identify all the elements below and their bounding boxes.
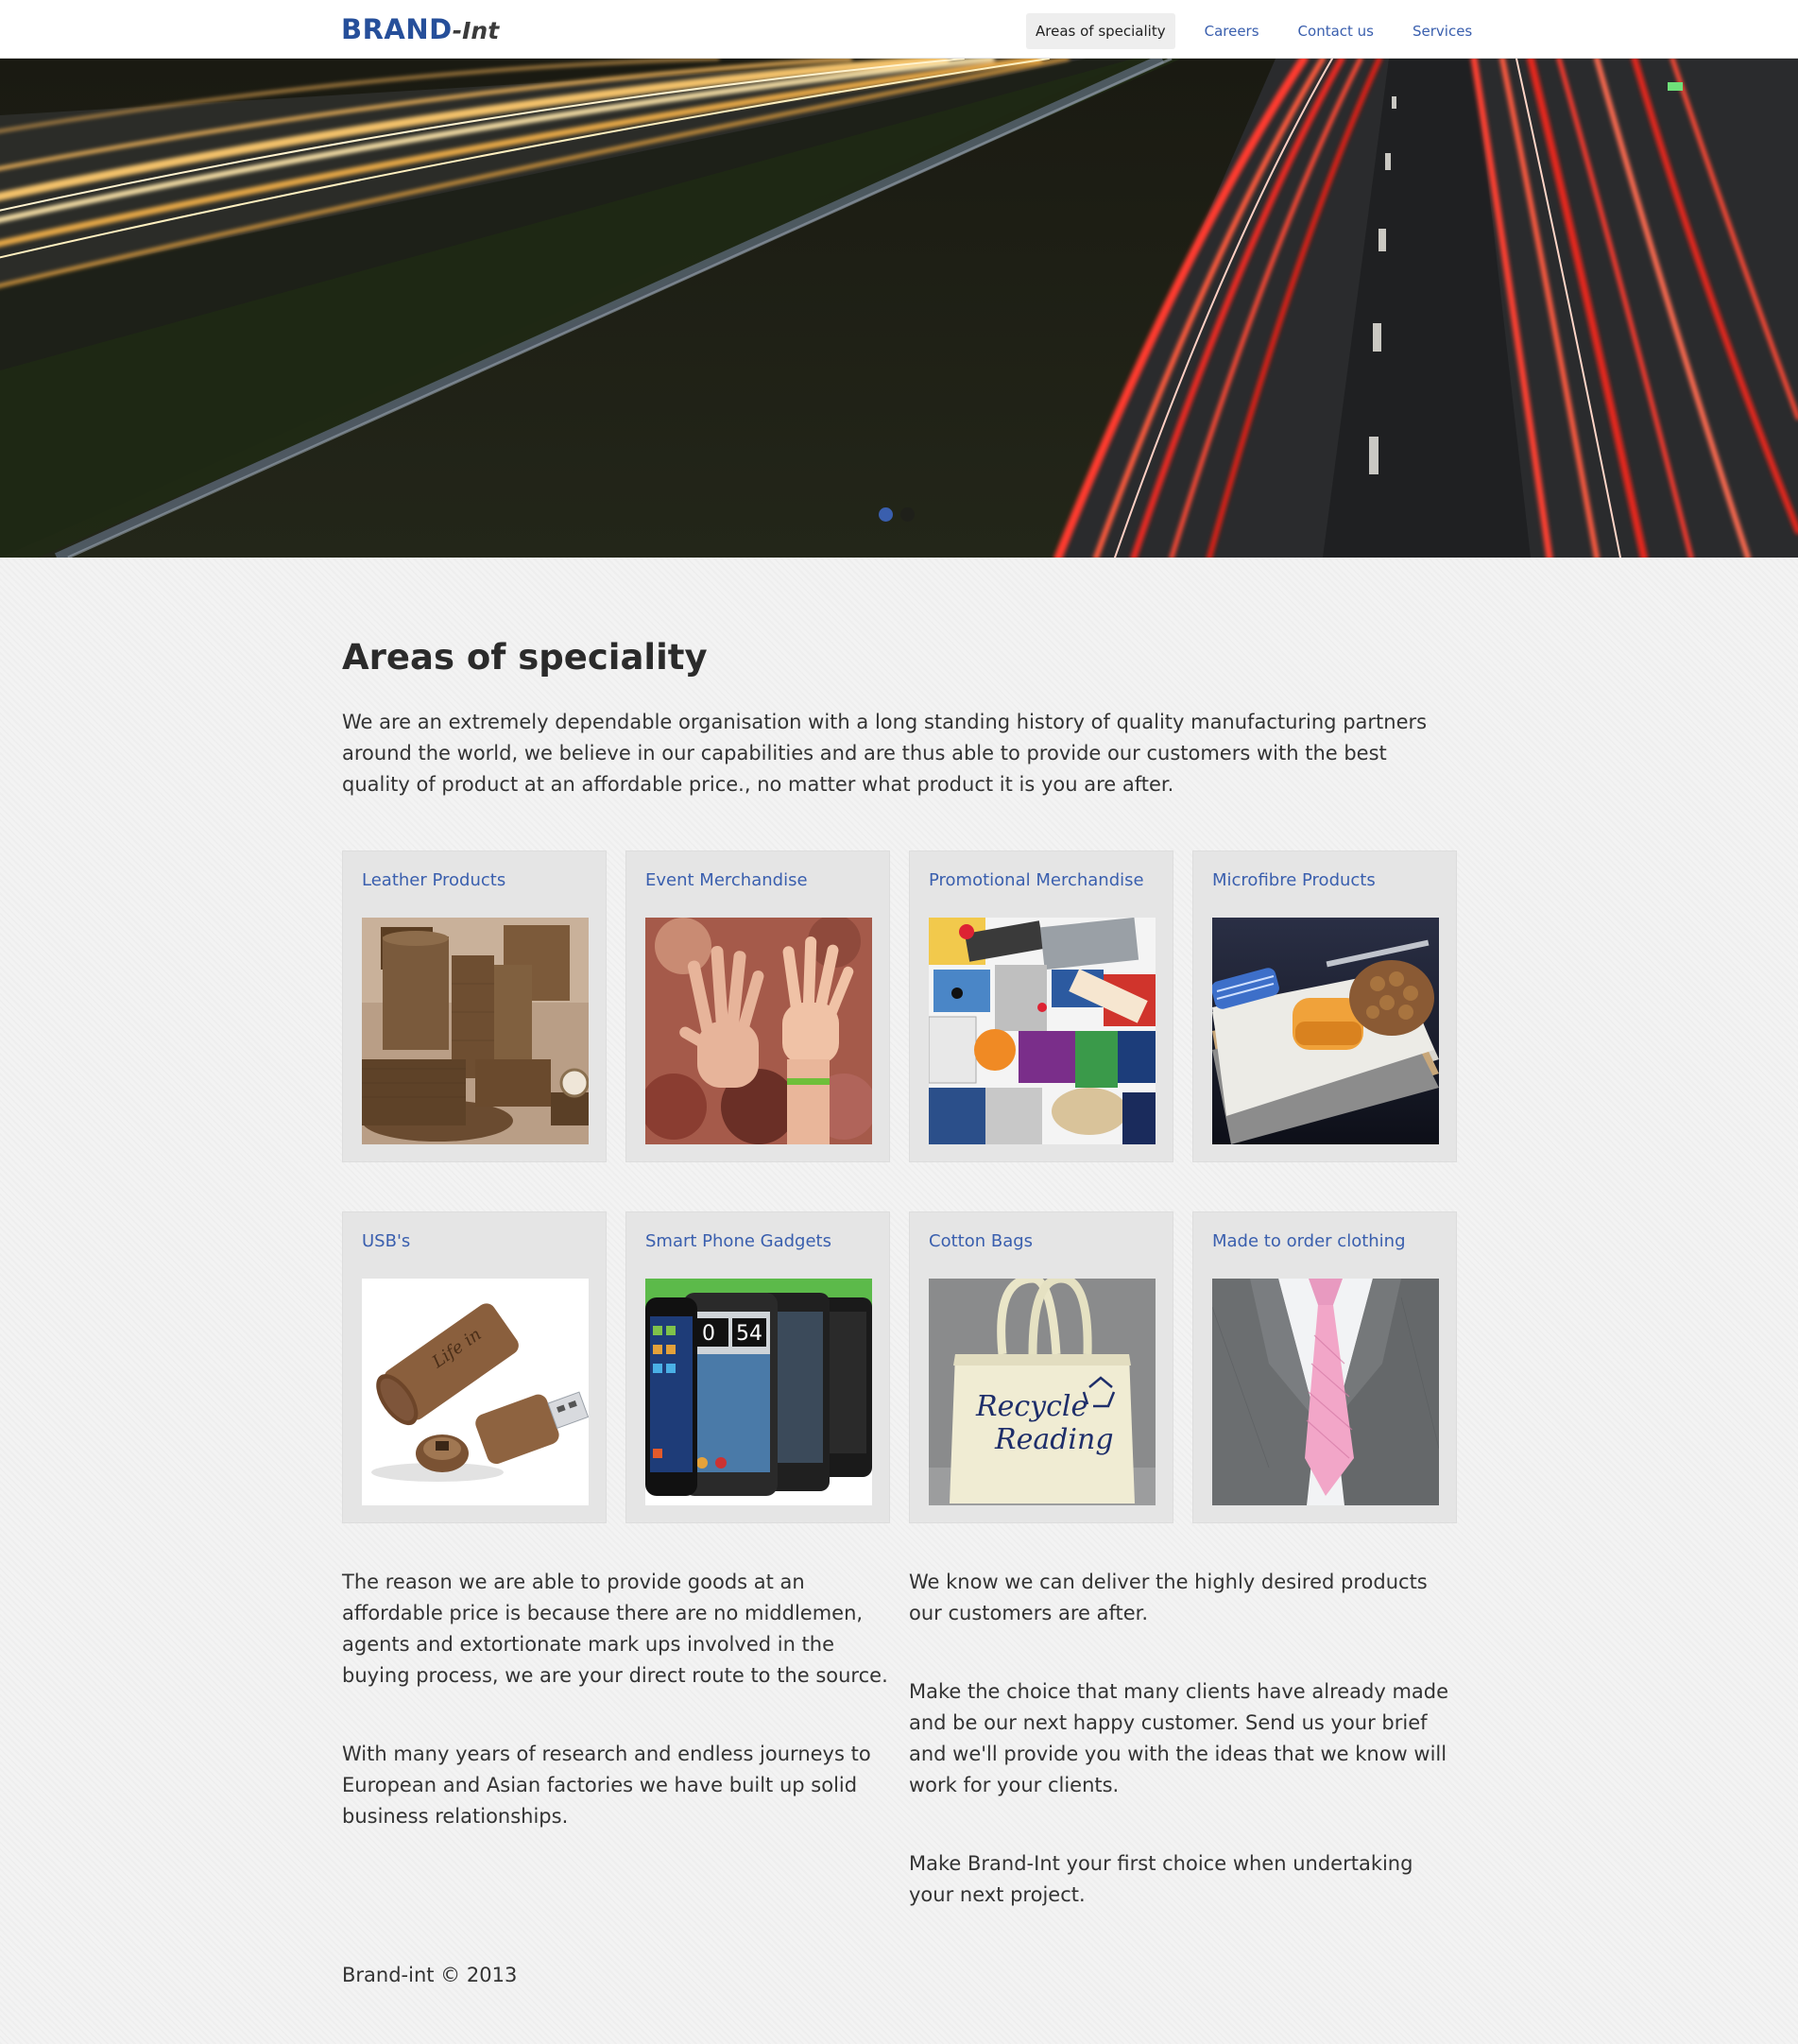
brand-logo[interactable]: BRAND-Int bbox=[341, 12, 499, 46]
made-to-order-clothing-image[interactable] bbox=[1212, 1279, 1439, 1505]
tote-bag-text-line2: Reading bbox=[994, 1423, 1114, 1456]
hero-carousel[interactable] bbox=[0, 59, 1798, 558]
category-card-title[interactable]: Leather Products bbox=[362, 870, 505, 890]
leather-products-image[interactable] bbox=[362, 918, 589, 1144]
category-card-title[interactable]: Made to order clothing bbox=[1212, 1231, 1406, 1251]
left-paragraph-1: The reason we are able to provide goods … bbox=[342, 1571, 888, 1687]
nav-item-contact-us[interactable]: Contact us bbox=[1289, 13, 1383, 49]
category-card-promotional-merchandise[interactable]: Promotional Merchandise bbox=[909, 850, 1173, 1162]
category-card-title[interactable]: Promotional Merchandise bbox=[929, 870, 1144, 890]
hero-highway-light-trails-image bbox=[0, 59, 1798, 558]
category-card-title[interactable]: Smart Phone Gadgets bbox=[645, 1231, 831, 1251]
smart-phone-gadgets-image[interactable]: 0 54 bbox=[645, 1279, 872, 1505]
category-card-smart-phone-gadgets[interactable]: Smart Phone Gadgets 0 54 bbox=[625, 1211, 890, 1523]
top-navbar: BRAND-Int Areas of speciality Careers Co… bbox=[0, 0, 1798, 59]
event-merchandise-image[interactable] bbox=[645, 918, 872, 1144]
usbs-image[interactable]: Life in bbox=[362, 1279, 589, 1505]
category-card-usbs[interactable]: USB's Life in bbox=[342, 1211, 607, 1523]
category-card-made-to-order-clothing[interactable]: Made to order clothing bbox=[1192, 1211, 1457, 1523]
right-paragraph-1: We know we can deliver the highly desire… bbox=[909, 1571, 1428, 1624]
category-card-event-merchandise[interactable]: Event Merchandise bbox=[625, 850, 890, 1162]
brand-logo-main: BRAND bbox=[341, 13, 453, 45]
main-nav: Areas of speciality Careers Contact us S… bbox=[1026, 13, 1481, 49]
category-card-title[interactable]: Cotton Bags bbox=[929, 1231, 1033, 1251]
tote-bag-text-line1: Recycle bbox=[975, 1390, 1087, 1423]
right-paragraph-3: Make Brand-Int your first choice when un… bbox=[909, 1852, 1413, 1906]
page-title: Areas of speciality bbox=[342, 637, 708, 678]
category-card-title[interactable]: USB's bbox=[362, 1231, 410, 1251]
svg-text:54: 54 bbox=[736, 1322, 762, 1346]
category-card-cotton-bags[interactable]: Cotton Bags Recycle Reading bbox=[909, 1211, 1173, 1523]
carousel-indicators bbox=[879, 507, 922, 522]
intro-paragraph: We are an extremely dependable organisat… bbox=[342, 711, 1428, 796]
footer-copyright: Brand-int © 2013 bbox=[342, 1964, 518, 1986]
cotton-bags-image[interactable]: Recycle Reading bbox=[929, 1279, 1156, 1505]
left-text-column: The reason we are able to provide goods … bbox=[342, 1567, 890, 1880]
right-text-column: We know we can deliver the highly desire… bbox=[909, 1567, 1457, 1958]
category-card-title[interactable]: Event Merchandise bbox=[645, 870, 808, 890]
category-card-leather-products[interactable]: Leather Products bbox=[342, 850, 607, 1162]
nav-item-careers[interactable]: Careers bbox=[1195, 13, 1269, 49]
right-paragraph-2: Make the choice that many clients have a… bbox=[909, 1680, 1449, 1796]
carousel-dot-1[interactable] bbox=[879, 507, 893, 522]
nav-item-areas-of-speciality[interactable]: Areas of speciality bbox=[1026, 13, 1175, 49]
left-paragraph-2: With many years of research and endless … bbox=[342, 1743, 871, 1828]
svg-text:0: 0 bbox=[702, 1322, 715, 1346]
category-card-title[interactable]: Microfibre Products bbox=[1212, 870, 1376, 890]
carousel-dot-2[interactable] bbox=[900, 507, 915, 522]
promotional-merchandise-image[interactable] bbox=[929, 918, 1156, 1144]
microfibre-products-image[interactable] bbox=[1212, 918, 1439, 1144]
category-card-microfibre-products[interactable]: Microfibre Products bbox=[1192, 850, 1457, 1162]
nav-item-services[interactable]: Services bbox=[1403, 13, 1481, 49]
brand-logo-sub: -Int bbox=[452, 17, 500, 44]
